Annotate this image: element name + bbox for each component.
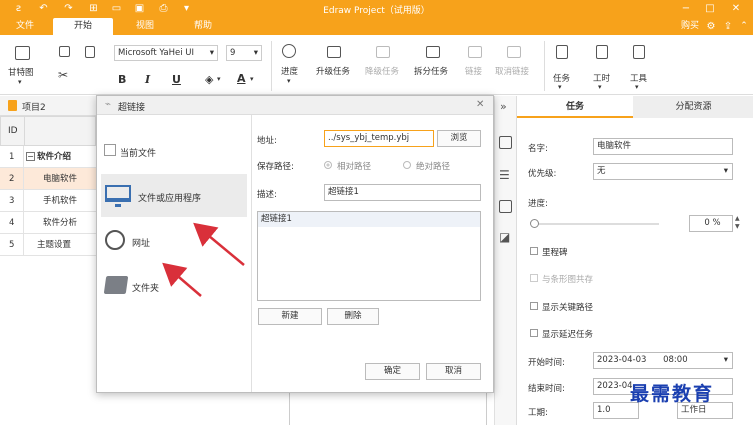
annotation-arrows — [162, 222, 245, 297]
arrow-to-url-option — [162, 262, 202, 297]
arrow-to-file-option — [193, 222, 245, 266]
